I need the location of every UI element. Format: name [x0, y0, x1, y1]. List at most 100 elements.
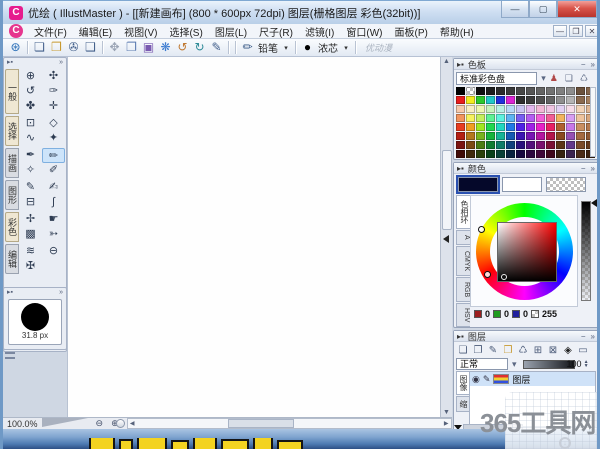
- swatch[interactable]: [576, 105, 585, 113]
- palette-grip[interactable]: [5, 352, 15, 359]
- swatch[interactable]: [566, 105, 575, 113]
- swatch[interactable]: [576, 132, 585, 140]
- swatch[interactable]: [516, 96, 525, 104]
- replace-color-icon[interactable]: ♟: [550, 73, 558, 84]
- swatch[interactable]: [536, 114, 545, 122]
- magic-wand-tool-icon[interactable]: ✦: [42, 131, 65, 146]
- mdi-close-button[interactable]: ✕: [585, 25, 599, 37]
- swatch[interactable]: [466, 87, 475, 95]
- swatch[interactable]: [486, 150, 495, 158]
- swatch[interactable]: [516, 114, 525, 122]
- redo-icon[interactable]: ↻: [191, 40, 208, 55]
- swatch[interactable]: [456, 123, 465, 131]
- swatch[interactable]: [516, 132, 525, 140]
- swatch[interactable]: [466, 114, 475, 122]
- menu-item-2[interactable]: 视图(V): [118, 24, 163, 39]
- swatch[interactable]: [476, 123, 485, 131]
- swatch[interactable]: [466, 105, 475, 113]
- brush-tip-icon[interactable]: ●: [299, 40, 316, 55]
- hue-marker-secondary[interactable]: [478, 226, 485, 233]
- mdi-restore-button[interactable]: ❐: [569, 25, 583, 37]
- opacity-spinner[interactable]: ▲▼: [584, 360, 589, 368]
- swatch[interactable]: [506, 141, 515, 149]
- horizontal-scrollbar[interactable]: ◀ ▶: [127, 418, 452, 429]
- color-tab-HSV[interactable]: HSV: [456, 303, 470, 327]
- swatch[interactable]: [526, 114, 535, 122]
- paste-icon[interactable]: ▣: [140, 40, 157, 55]
- swatch[interactable]: [506, 87, 515, 95]
- swatch[interactable]: [456, 96, 465, 104]
- close-button[interactable]: ✕: [557, 1, 597, 18]
- layer-row-0[interactable]: ◉✎图层: [470, 372, 595, 386]
- swatch[interactable]: [546, 141, 555, 149]
- alpha-slider-icon[interactable]: [591, 199, 597, 207]
- swatch[interactable]: [526, 87, 535, 95]
- swatch[interactable]: [496, 141, 505, 149]
- airbrush-tool-icon[interactable]: ✧: [19, 163, 42, 178]
- swatch[interactable]: [466, 132, 475, 140]
- menu-item-8[interactable]: 面板(P): [389, 24, 434, 39]
- swatch[interactable]: [496, 96, 505, 104]
- new-swatch-icon[interactable]: ❏: [565, 73, 573, 84]
- swatch[interactable]: [566, 150, 575, 158]
- swatch[interactable]: [496, 105, 505, 113]
- tip-dropdown-icon[interactable]: ▾: [340, 44, 352, 52]
- brush-expand-icon[interactable]: ▸▪: [7, 288, 13, 298]
- curve-tool-icon[interactable]: ∫: [42, 195, 65, 210]
- swatch-scrollbar[interactable]: [590, 87, 596, 157]
- watercolor-tool-icon[interactable]: ✎: [19, 180, 42, 195]
- stamp-tool-icon[interactable]: ✠: [19, 259, 42, 274]
- mdi-minimize-button[interactable]: —: [553, 25, 567, 37]
- swatch[interactable]: [456, 87, 465, 95]
- lasso-tool-icon[interactable]: ∿: [19, 131, 42, 146]
- swatch[interactable]: [466, 141, 475, 149]
- filter-layer-icon[interactable]: ⊠: [546, 344, 560, 357]
- swatch[interactable]: [496, 150, 505, 158]
- layers-minimize-icon[interactable]: −: [581, 332, 586, 341]
- edit-page-icon[interactable]: ✎: [208, 40, 225, 55]
- swatch[interactable]: [576, 141, 585, 149]
- menu-item-6[interactable]: 滤镜(I): [299, 24, 340, 39]
- brush-tool-icon[interactable]: ✐: [42, 163, 65, 178]
- duplicate-layer-icon[interactable]: ❐: [471, 344, 485, 357]
- swatch[interactable]: [556, 141, 565, 149]
- palette-collapse-icon[interactable]: »: [59, 58, 63, 68]
- menu-item-3[interactable]: 选择(S): [163, 24, 208, 39]
- pencil-tool-icon[interactable]: ✏: [42, 148, 65, 163]
- swatch[interactable]: [566, 114, 575, 122]
- gradient-tool-icon[interactable]: ▩: [19, 227, 42, 242]
- horizontal-scroll-thumb[interactable]: [228, 419, 294, 428]
- swatch[interactable]: [476, 150, 485, 158]
- swatch[interactable]: [506, 150, 515, 158]
- swatch[interactable]: [556, 96, 565, 104]
- swatch[interactable]: [516, 105, 525, 113]
- swatch[interactable]: [546, 105, 555, 113]
- swatch[interactable]: [456, 105, 465, 113]
- palette-preset-select[interactable]: 标准彩色盘: [456, 72, 537, 85]
- delete-layer-icon[interactable]: ♺: [516, 344, 530, 357]
- canvas[interactable]: [67, 57, 440, 417]
- swatch[interactable]: [556, 123, 565, 131]
- layers-expand-icon[interactable]: ▸▪: [457, 332, 464, 341]
- swatch[interactable]: [526, 150, 535, 158]
- curve-pen-tool-icon[interactable]: ➳: [42, 227, 65, 242]
- swatch[interactable]: [486, 132, 495, 140]
- tip-label[interactable]: 浓芯: [318, 40, 338, 55]
- back-icon[interactable]: ✥: [106, 40, 123, 55]
- swatch[interactable]: [526, 105, 535, 113]
- swatch[interactable]: [536, 141, 545, 149]
- color-tab-A[interactable]: A: [456, 230, 470, 245]
- swatch[interactable]: [466, 150, 475, 158]
- delete-swatch-icon[interactable]: ♺: [580, 73, 588, 84]
- swatch[interactable]: [576, 150, 585, 158]
- move-tool-icon[interactable]: ✛: [42, 99, 65, 114]
- swatch[interactable]: [486, 114, 495, 122]
- swatch[interactable]: [496, 87, 505, 95]
- layer-side-tab-0[interactable]: 图像: [456, 371, 469, 395]
- color-chevron-icon[interactable]: »: [591, 164, 595, 173]
- fill-tool-icon[interactable]: ✢: [19, 212, 42, 227]
- swatch[interactable]: [486, 87, 495, 95]
- swatch[interactable]: [556, 150, 565, 158]
- swatch[interactable]: [556, 105, 565, 113]
- swatch[interactable]: [496, 123, 505, 131]
